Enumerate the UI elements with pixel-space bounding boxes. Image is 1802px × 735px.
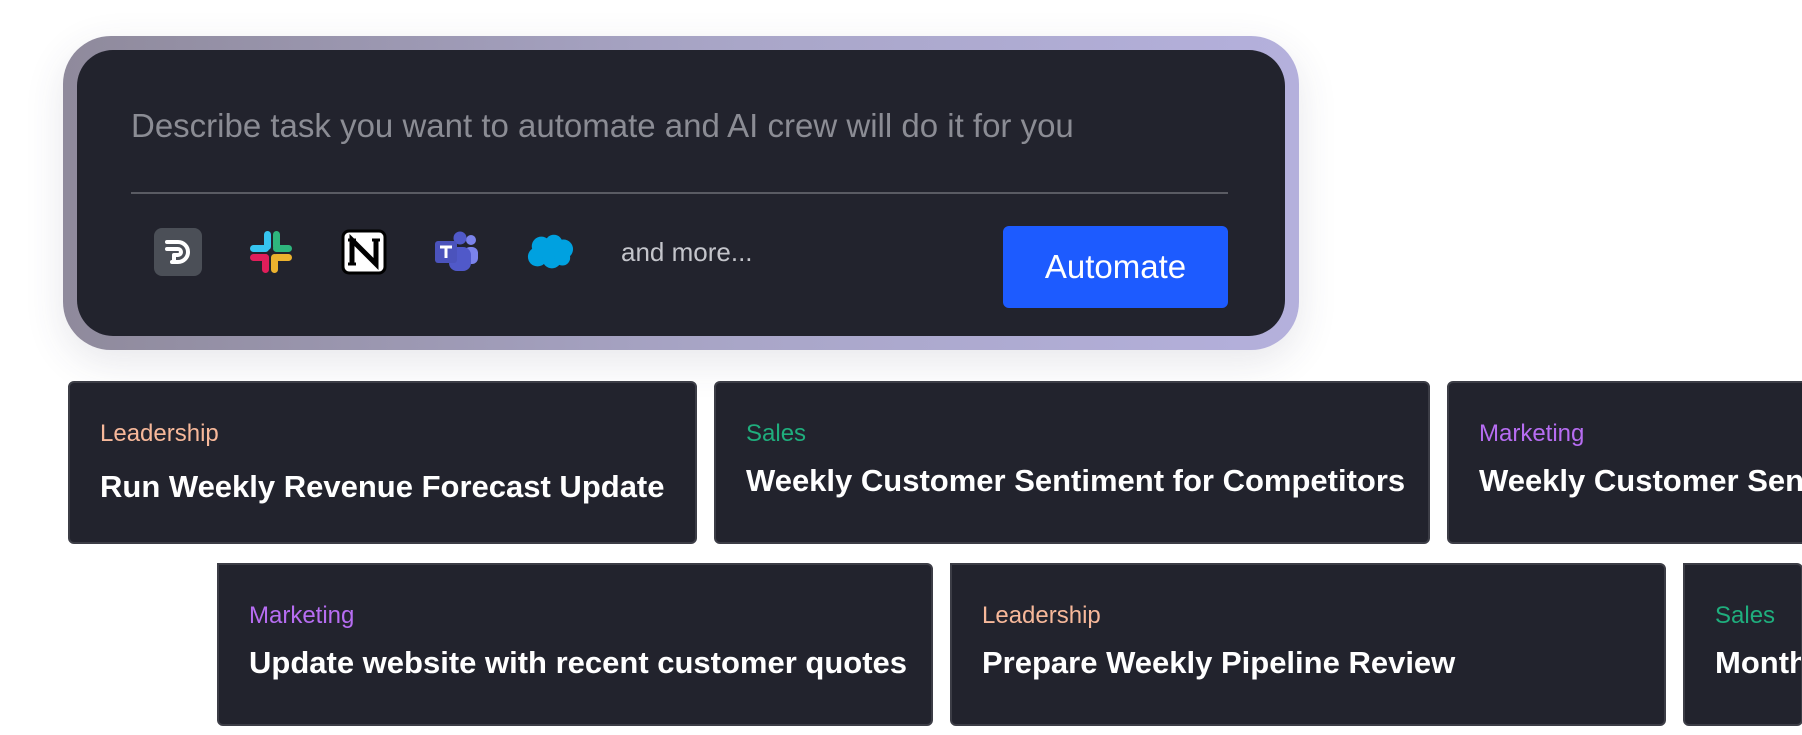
automate-button[interactable]: Automate xyxy=(1003,226,1228,308)
template-card[interactable]: Sales Weekly Customer Sentiment for Comp… xyxy=(714,381,1430,544)
teams-icon xyxy=(433,228,481,276)
template-title: Weekly Customer Sentiment for Competitor… xyxy=(746,463,1406,498)
category-label: Marketing xyxy=(249,602,355,629)
input-divider xyxy=(131,192,1228,194)
automation-prompt-frame: and more... Automate xyxy=(63,36,1299,350)
category-label: Leadership xyxy=(982,602,1101,629)
more-integrations-label: and more... xyxy=(621,236,753,267)
category-label: Sales xyxy=(746,420,807,447)
template-title: Run Weekly Revenue Forecast Update xyxy=(100,469,665,504)
template-title: Month xyxy=(1715,645,1802,680)
template-title: Prepare Weekly Pipeline Review xyxy=(982,645,1456,680)
slack-icon xyxy=(247,228,295,276)
category-label: Marketing xyxy=(1479,420,1585,447)
template-card[interactable]: Leadership Run Weekly Revenue Forecast U… xyxy=(68,381,697,544)
template-card[interactable]: Marketing Update website with recent cus… xyxy=(217,563,933,726)
integration-icons: and more... xyxy=(154,227,753,277)
template-card[interactable]: Marketing Weekly Customer Sent xyxy=(1447,381,1802,544)
template-title: Update website with recent customer quot… xyxy=(249,645,908,680)
template-title: Weekly Customer Sent xyxy=(1479,463,1802,498)
dialpad-icon xyxy=(154,228,202,276)
template-card[interactable]: Leadership Prepare Weekly Pipeline Revie… xyxy=(950,563,1666,726)
category-label: Sales xyxy=(1715,602,1776,629)
category-label: Leadership xyxy=(100,420,219,447)
automation-prompt-card: and more... Automate xyxy=(77,50,1285,336)
template-card[interactable]: Sales Month xyxy=(1683,563,1802,726)
template-row-1: Leadership Run Weekly Revenue Forecast U… xyxy=(68,381,1802,544)
notion-icon xyxy=(340,228,388,276)
salesforce-icon xyxy=(526,228,574,276)
task-description-input[interactable] xyxy=(131,96,1227,156)
template-row-2: Marketing Update website with recent cus… xyxy=(217,563,1802,726)
